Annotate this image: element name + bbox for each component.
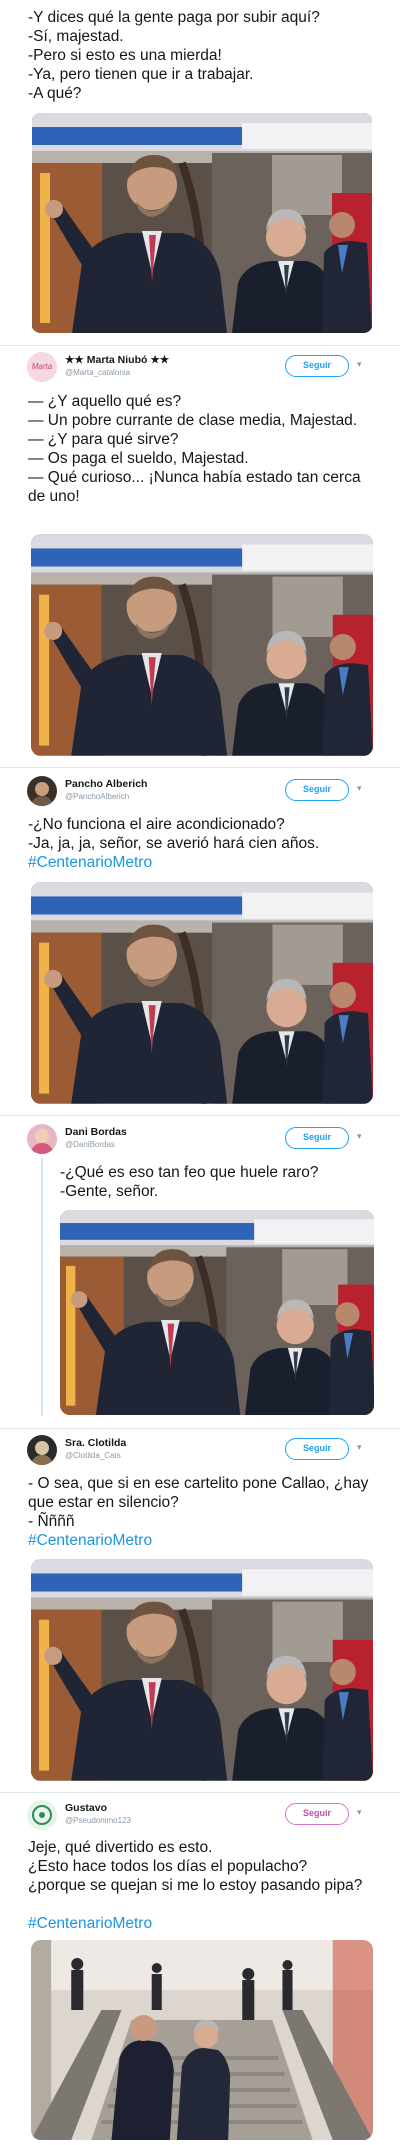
follow-button[interactable]: Seguir [285, 355, 349, 377]
hashtag-link[interactable]: #CentenarioMetro [28, 1914, 373, 1933]
photo-image [60, 1210, 374, 1415]
tweet-header: Gustavo @Pseudonimo123 Seguir ▾ [27, 1800, 375, 1832]
divider [0, 345, 400, 346]
divider [0, 1115, 400, 1116]
display-name[interactable]: Sra. Clotilda [65, 1437, 126, 1449]
display-name[interactable]: Gustavo [65, 1802, 107, 1814]
avatar[interactable] [27, 1800, 57, 1830]
photo-image [31, 534, 373, 756]
avatar-image [30, 1129, 54, 1154]
divider [0, 1428, 400, 1429]
tweet-text: -¿No funciona el aire acondicionado? -Ja… [28, 816, 320, 852]
tweet-photo[interactable] [31, 882, 373, 1104]
thread-line [41, 1158, 43, 1416]
follow-button[interactable]: Seguir [285, 779, 349, 801]
tweet-header: Marta ★★ Marta Niubó ★★ @Marta_catalonia… [27, 352, 375, 384]
avatar-image [31, 1441, 53, 1465]
display-name[interactable]: Dani Bordas [65, 1126, 127, 1138]
tweet-photo[interactable] [31, 534, 373, 756]
hashtag-link[interactable]: #CentenarioMetro [28, 853, 373, 872]
chevron-down-icon[interactable]: ▾ [357, 1442, 367, 1452]
avatar[interactable] [27, 1435, 57, 1465]
avatar-image [31, 782, 53, 806]
divider [0, 767, 400, 768]
tweet-text: — ¿Y aquello qué es? — Un pobre currante… [28, 393, 361, 505]
photo-image [31, 882, 373, 1104]
tweet-text: -Y dices qué la gente paga por subir aqu… [28, 9, 320, 102]
avatar[interactable]: Marta [27, 352, 57, 382]
display-name[interactable]: ★★ Marta Niubó ★★ [65, 354, 169, 366]
tweet-photo[interactable] [31, 113, 373, 333]
user-handle[interactable]: @Clotilda_Cats [65, 1451, 121, 1460]
photo-image [31, 1940, 373, 2140]
user-handle[interactable]: @DaniBordas [65, 1140, 115, 1149]
follow-button[interactable]: Seguir [285, 1438, 349, 1460]
chevron-down-icon[interactable]: ▾ [357, 1807, 367, 1817]
photo-image [31, 1559, 373, 1781]
tweet-text: Jeje, qué divertido es esto. ¿Esto hace … [28, 1839, 363, 1894]
tweet-header: Dani Bordas @DaniBordas Seguir ▾ [27, 1124, 375, 1156]
tweet-photo[interactable] [31, 1940, 373, 2140]
tweet-photo[interactable] [31, 1559, 373, 1781]
user-handle[interactable]: @Marta_catalonia [65, 368, 130, 377]
follow-button[interactable]: Seguir [285, 1803, 349, 1825]
follow-button[interactable]: Seguir [285, 1127, 349, 1149]
avatar-label: Marta [31, 362, 53, 371]
display-name[interactable]: Pancho Alberich [65, 778, 147, 790]
user-handle[interactable]: @Pseudonimo123 [65, 1816, 131, 1825]
chevron-down-icon[interactable]: ▾ [357, 359, 367, 369]
tweet-text: - O sea, que si en ese cartelito pone Ca… [28, 1475, 369, 1530]
avatar-image [32, 1805, 52, 1825]
avatar[interactable] [27, 1124, 57, 1154]
tweet-header: Pancho Alberich @PanchoAlberich Seguir ▾ [27, 776, 375, 808]
tweet-header: Sra. Clotilda @Clotilda_Cats Seguir ▾ [27, 1435, 375, 1467]
avatar[interactable] [27, 776, 57, 806]
tweet-photo[interactable] [60, 1210, 374, 1415]
tweet-text: -¿Qué es eso tan feo que huele raro? -Ge… [60, 1164, 319, 1200]
divider [0, 1792, 400, 1793]
user-handle[interactable]: @PanchoAlberich [65, 792, 129, 801]
chevron-down-icon[interactable]: ▾ [357, 1131, 367, 1141]
photo-image [31, 113, 373, 333]
chevron-down-icon[interactable]: ▾ [357, 783, 367, 793]
hashtag-link[interactable]: #CentenarioMetro [28, 1531, 373, 1550]
